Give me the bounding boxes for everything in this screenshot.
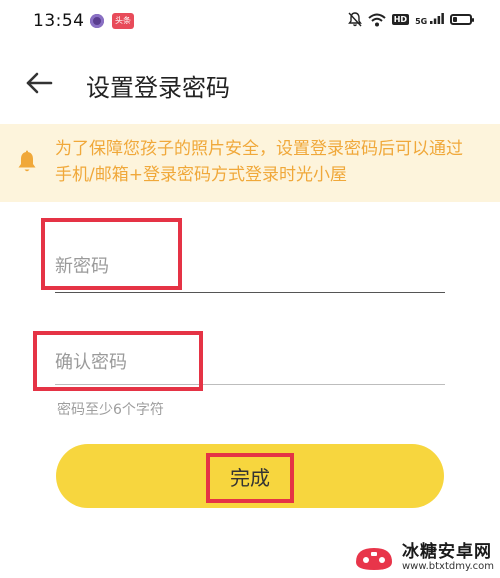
page-header: 设置登录密码 [0,56,500,112]
watermark: 冰糖安卓网 www.btxtdmy.com [352,542,494,574]
password-hint: 密码至少6个字符 [57,402,164,418]
notice-banner: 为了保障您孩子的照片安全，设置登录密码后可以通过手机/邮箱+登录密码方式登录时光… [0,124,500,202]
battery-icon [450,14,474,25]
wifi-icon [368,13,386,26]
submit-button[interactable]: 完成 [56,444,444,508]
status-indicators: HD 5G [347,12,474,27]
watermark-url: www.btxtdmy.com [401,560,494,572]
confirm-password-input[interactable] [55,330,445,384]
signal-bars-icon [430,13,444,24]
toutiao-notification-icon: 头条 [112,13,134,29]
network-type-label: 5G [415,17,428,26]
bell-icon [18,150,36,172]
new-password-field [55,230,445,293]
bell-muted-icon [347,12,362,27]
watermark-name: 冰糖安卓网 [401,541,492,562]
page-title: 设置登录密码 [86,74,230,102]
confirm-password-field [55,330,445,385]
new-password-input[interactable] [55,230,445,292]
signal-icon: 5G [415,13,444,26]
back-arrow-icon[interactable] [24,68,54,98]
watermark-logo-icon [355,548,392,570]
hd-badge: HD [391,14,410,25]
status-time: 13:54 [33,11,85,31]
notice-text: 为了保障您孩子的照片安全，设置登录密码后可以通过手机/邮箱+登录密码方式登录时光… [55,139,463,185]
status-bar: 13:54 头条 HD 5G [0,0,500,44]
app-notification-icon [90,14,104,28]
watermark-text: 冰糖安卓网 www.btxtdmy.com [401,541,494,572]
